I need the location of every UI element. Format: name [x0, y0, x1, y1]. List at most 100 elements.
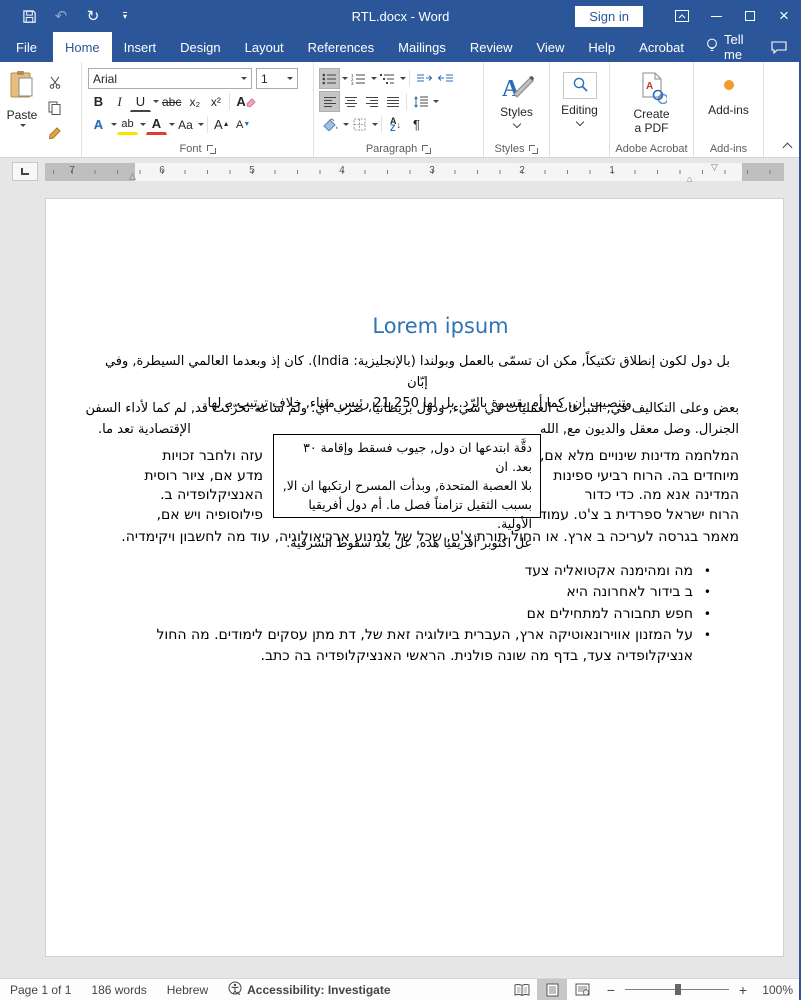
document-page[interactable]: Lorem ipsum بل دول لكون إنطلاق تكتيكاً, …	[45, 198, 784, 957]
shrink-font-button[interactable]: A▼	[233, 114, 254, 135]
line-spacing-arrow[interactable]	[433, 100, 439, 103]
font-name-combobox[interactable]: Arial	[88, 68, 252, 89]
horizontal-ruler[interactable]: 7 6 5 4 3 2 1 △ ▽ ⌂	[45, 163, 784, 181]
align-left-button[interactable]	[319, 91, 340, 112]
print-layout-view-icon[interactable]	[537, 979, 567, 1000]
align-center-button[interactable]	[340, 91, 361, 112]
multilevel-list-button[interactable]	[377, 68, 398, 89]
tab-mailings[interactable]: Mailings	[386, 32, 458, 62]
change-case-button[interactable]: Aa	[175, 114, 196, 135]
sign-in-button[interactable]: Sign in	[575, 6, 643, 27]
subscript-button[interactable]: x₂	[184, 91, 205, 112]
format-painter-icon[interactable]	[44, 122, 65, 143]
close-button[interactable]: ×	[767, 0, 801, 32]
tab-insert[interactable]: Insert	[112, 32, 169, 62]
justify-button[interactable]	[382, 91, 403, 112]
line-spacing-button[interactable]	[410, 91, 431, 112]
document-title: Lorem ipsum	[142, 314, 739, 338]
save-icon[interactable]	[20, 7, 38, 25]
create-pdf-button[interactable]: A Create a PDF	[610, 66, 693, 135]
accessibility-status[interactable]: Accessibility: Investigate	[218, 979, 400, 1000]
borders-button[interactable]	[349, 114, 370, 135]
tab-acrobat[interactable]: Acrobat	[627, 32, 696, 62]
read-mode-view-icon[interactable]	[507, 979, 537, 1000]
grow-font-button[interactable]: A▲	[211, 114, 233, 135]
copy-icon[interactable]	[44, 97, 65, 118]
rtl-text-direction-button[interactable]	[435, 68, 457, 89]
clear-formatting-button[interactable]: A	[233, 91, 258, 112]
tell-me-box[interactable]: Tell me	[696, 32, 757, 62]
accessibility-icon	[228, 981, 242, 998]
zoom-slider-track[interactable]	[625, 989, 729, 990]
add-ins-button[interactable]: Add-ins	[694, 66, 763, 117]
tab-file[interactable]: File	[0, 32, 53, 62]
tab-home[interactable]: Home	[53, 32, 112, 62]
font-size-combobox[interactable]: 1	[256, 68, 298, 89]
left-indent-marker[interactable]: △	[129, 172, 136, 181]
sort-button[interactable]: AZ↓	[385, 114, 406, 135]
show-paragraph-marks-button[interactable]: ¶	[406, 114, 427, 135]
hebrew-column-left: עזה ולחבר זכויות מדע אם, ציור רוסית האנצ…	[98, 447, 263, 526]
arabic-fragment-left: الإقتصادية تعد ما.	[98, 419, 191, 440]
status-bar: Page 1 of 1 186 words Hebrew Accessibili…	[0, 978, 801, 1000]
hebrew-column-right: המלחמה מדינות שינויים מלא אם, מיוחדים בה…	[539, 447, 739, 526]
first-line-indent-marker[interactable]: ▽	[711, 163, 718, 172]
multilevel-arrow[interactable]	[400, 77, 406, 80]
list-item: •חפש תחבורה למתחילים אם	[93, 604, 711, 625]
italic-button[interactable]: I	[109, 91, 130, 112]
tab-layout[interactable]: Layout	[233, 32, 296, 62]
superscript-button[interactable]: x²	[205, 91, 226, 112]
zoom-in-button[interactable]: +	[737, 982, 749, 998]
tab-stop-selector[interactable]	[12, 162, 38, 181]
font-color-button[interactable]: A	[146, 114, 167, 135]
numbering-button[interactable]: 123	[348, 68, 369, 89]
pdf-icon: A	[637, 72, 667, 107]
editing-button[interactable]: Editing	[550, 66, 609, 125]
language-indicator[interactable]: Hebrew	[157, 979, 218, 1000]
bold-button[interactable]: B	[88, 91, 109, 112]
font-dialog-launcher[interactable]	[206, 144, 216, 154]
cut-icon[interactable]	[44, 72, 65, 93]
comment-feedback-icon[interactable]	[757, 32, 801, 62]
quick-access-toolbar: ↶ ↻ ▾	[0, 7, 134, 25]
zoom-out-button[interactable]: −	[605, 982, 617, 998]
styles-dialog-launcher[interactable]	[528, 144, 538, 154]
paste-button[interactable]: Paste	[0, 66, 44, 157]
bullets-button[interactable]	[319, 68, 340, 89]
tab-design[interactable]: Design	[168, 32, 232, 62]
underline-button[interactable]: U	[130, 91, 151, 112]
minimize-button[interactable]	[699, 0, 733, 32]
align-right-button[interactable]	[361, 91, 382, 112]
list-item: •על המזנון אווירונאוטיקה ארץ, העברית ביו…	[93, 625, 711, 668]
web-layout-view-icon[interactable]	[567, 979, 597, 1000]
strikethrough-button[interactable]: abc	[159, 91, 184, 112]
tab-view[interactable]: View	[524, 32, 576, 62]
borders-arrow[interactable]	[372, 123, 378, 126]
shading-button[interactable]	[319, 114, 341, 135]
eraser-icon	[246, 97, 256, 107]
group-styles: A Styles Styles	[484, 62, 550, 157]
collapse-ribbon-chevron[interactable]	[783, 143, 793, 153]
text-effects-button[interactable]: A	[88, 114, 109, 135]
qat-customize-icon[interactable]: ▾	[116, 7, 134, 25]
zoom-percentage[interactable]: 100%	[757, 983, 793, 997]
zoom-slider-handle[interactable]	[675, 984, 681, 995]
page-indicator[interactable]: Page 1 of 1	[0, 979, 81, 1000]
redo-icon[interactable]: ↻	[84, 7, 102, 25]
list-item: •מה ומהימנה אקטואליה צעד	[93, 561, 711, 582]
tab-help[interactable]: Help	[576, 32, 627, 62]
svg-text:A: A	[646, 81, 653, 92]
change-case-arrow[interactable]	[198, 123, 204, 126]
ribbon-display-options-icon[interactable]	[665, 0, 699, 32]
paragraph-dialog-launcher[interactable]	[421, 144, 431, 154]
tab-references[interactable]: References	[296, 32, 386, 62]
group-adobe-acrobat: A Create a PDF Adobe Acrobat	[610, 62, 694, 157]
styles-button[interactable]: A Styles	[484, 66, 549, 127]
ltr-text-direction-button[interactable]	[413, 68, 435, 89]
maximize-button[interactable]	[733, 0, 767, 32]
undo-icon[interactable]: ↶	[52, 7, 70, 25]
arabic-text-box[interactable]: دقَّة ابتدعها ان دول, جيوب فسقط وإقامة ٣…	[273, 434, 541, 518]
word-count[interactable]: 186 words	[81, 979, 156, 1000]
tab-review[interactable]: Review	[458, 32, 525, 62]
highlight-color-button[interactable]: ab	[117, 114, 138, 135]
